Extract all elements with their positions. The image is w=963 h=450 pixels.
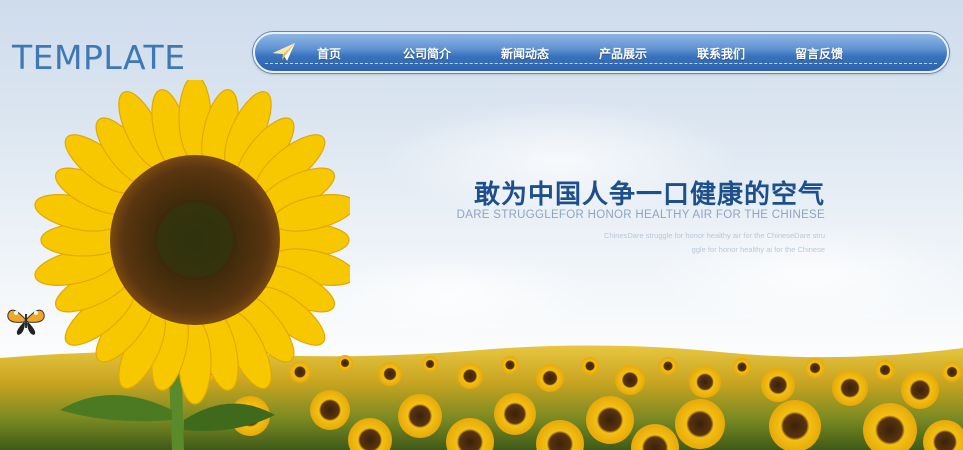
nav-item-about[interactable]: 公司简介 xyxy=(403,45,451,63)
hero-banner: TEMPLATE 首页 公司简介 新闻动态 产品展示 联系我们 留言反馈 敢为中… xyxy=(0,0,963,450)
slogan-line: ChinesDare struggle for honor healthy ai… xyxy=(604,231,825,240)
nav-item-feedback[interactable]: 留言反馈 xyxy=(795,45,843,63)
slogan-subtitle: DARE STRUGGLEFOR HONOR HEALTHY AIR FOR T… xyxy=(456,209,825,221)
nav-item-news[interactable]: 新闻动态 xyxy=(501,45,549,63)
nav-item-products[interactable]: 产品展示 xyxy=(599,45,647,63)
slogan-line: ggle for honor healthy ai for the Chines… xyxy=(691,245,825,254)
butterfly-image xyxy=(7,309,45,335)
sunflower-image xyxy=(34,80,350,450)
slogan-title: 敢为中国人争一口健康的空气 xyxy=(473,180,825,210)
main-nav: 首页 公司简介 新闻动态 产品展示 联系我们 留言反馈 xyxy=(253,32,949,73)
nav-item-home[interactable]: 首页 xyxy=(317,45,341,63)
nav-item-contact[interactable]: 联系我们 xyxy=(697,45,745,63)
site-logo[interactable]: TEMPLATE xyxy=(12,38,186,77)
paper-plane-icon xyxy=(273,43,295,61)
